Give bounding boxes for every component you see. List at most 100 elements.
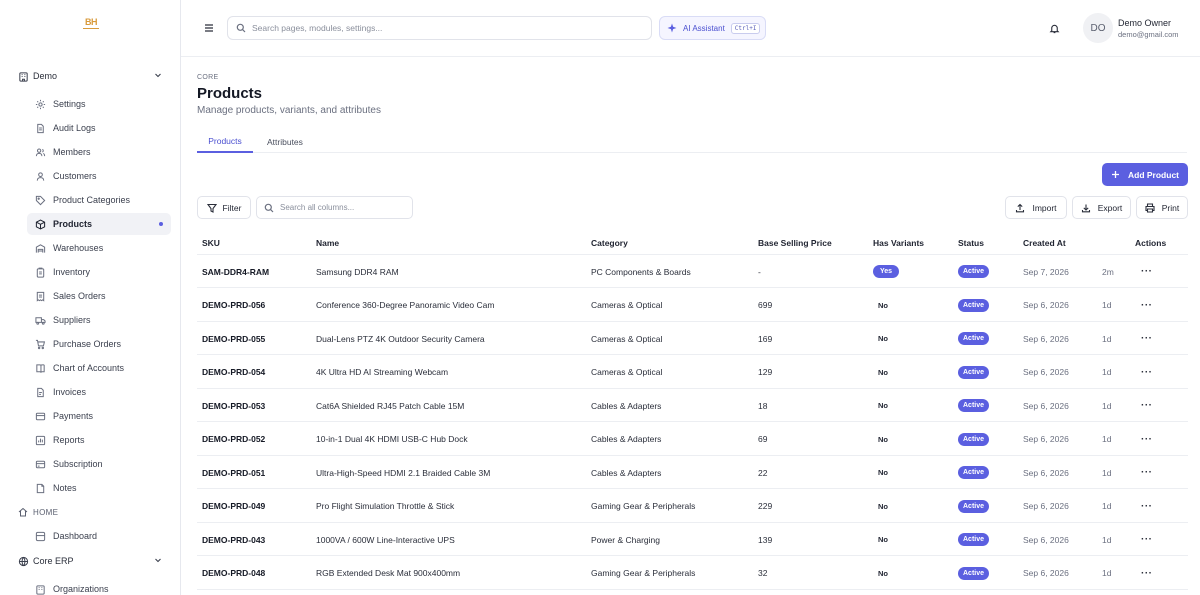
sidebar-group-demo[interactable]: Demo: [18, 68, 161, 84]
sidebar-item-invoices[interactable]: Invoices: [27, 381, 171, 403]
cell-category: PC Components & Boards: [591, 266, 691, 277]
export-button[interactable]: Export: [1072, 196, 1131, 219]
sidebar-item-customers[interactable]: Customers: [27, 165, 171, 187]
sidebar-item-label: Warehouses: [53, 243, 104, 253]
sidebar-item-sales-orders[interactable]: Sales Orders: [27, 285, 171, 307]
global-search-input[interactable]: Search pages, modules, settings...: [227, 16, 652, 40]
column-header-status[interactable]: Status: [958, 230, 984, 255]
sidebar-item-settings[interactable]: Settings: [27, 93, 171, 115]
cell-category: Cables & Adapters: [591, 434, 662, 444]
row-actions-button[interactable]: ···: [1141, 255, 1153, 288]
table-row[interactable]: DEMO-PRD-054 4K Ultra HD AI Streaming Web…: [197, 356, 1188, 389]
import-label: Import: [1032, 202, 1057, 213]
column-header-variants[interactable]: Has Variants: [873, 230, 924, 255]
sidebar-item-label: Sales Orders: [53, 291, 106, 301]
brand-logo[interactable]: BH: [80, 17, 102, 33]
row-actions-button[interactable]: ···: [1141, 289, 1153, 322]
cell-variants: No: [873, 289, 893, 322]
table-row[interactable]: SAM-DDR4-RAM Samsung DDR4 RAM PC Component…: [197, 255, 1188, 288]
menu-icon[interactable]: [203, 22, 215, 34]
sidebar-item-warehouses[interactable]: Warehouses: [27, 237, 171, 259]
sidebar-item-reports[interactable]: Reports: [27, 429, 171, 451]
cell-status: Active: [958, 423, 990, 456]
tab-products[interactable]: Products: [197, 130, 253, 153]
sidebar-item-organizations[interactable]: Organizations: [27, 578, 171, 595]
sidebar-item-payments[interactable]: Payments: [27, 405, 171, 427]
avatar[interactable]: DO: [1083, 13, 1113, 43]
sidebar-item-audit-logs[interactable]: Audit Logs: [27, 117, 171, 139]
row-actions-button[interactable]: ···: [1141, 523, 1153, 556]
print-button[interactable]: Print: [1136, 196, 1188, 219]
filter-button[interactable]: Filter: [197, 196, 251, 219]
more-icon: ···: [1141, 567, 1153, 579]
cell-status: Active: [958, 456, 990, 489]
sidebar-item-subscription[interactable]: Subscription: [27, 453, 171, 475]
table-row[interactable]: DEMO-PRD-053 Cat6A Shielded RJ45 Patch Ca…: [197, 389, 1188, 422]
sidebar-item-dashboard[interactable]: Dashboard: [27, 525, 171, 547]
brand-logo-underline: [83, 28, 99, 29]
column-header-name[interactable]: Name: [316, 230, 339, 255]
cell-variants: No: [873, 423, 893, 456]
table-row[interactable]: DEMO-PRD-055 Dual-Lens PTZ 4K Outdoor Sec…: [197, 322, 1188, 355]
table-row[interactable]: DEMO-PRD-048 RGB Extended Desk Mat 900x40…: [197, 557, 1188, 590]
cell-variants: No: [873, 523, 893, 556]
row-actions-button[interactable]: ···: [1141, 423, 1153, 456]
sidebar-item-purchase-orders[interactable]: Purchase Orders: [27, 333, 171, 355]
variants-badge: No: [878, 334, 888, 343]
table-row[interactable]: DEMO-PRD-051 Ultra-High-Speed HDMI 2.1 Br…: [197, 456, 1188, 489]
cell-name: Dual-Lens PTZ 4K Outdoor Security Camera: [316, 333, 485, 344]
global-search-placeholder: Search pages, modules, settings...: [252, 23, 383, 33]
cell-sku: DEMO-PRD-053: [202, 400, 266, 411]
variants-badge: No: [878, 300, 888, 310]
add-product-button[interactable]: Add Product: [1102, 163, 1188, 186]
tab-attributes[interactable]: Attributes: [267, 130, 303, 153]
print-label: Print: [1161, 202, 1180, 213]
cell-category: Cables & Adapters: [591, 467, 662, 478]
column-header-sku[interactable]: SKU: [202, 230, 220, 255]
cell-price: 169: [758, 333, 773, 344]
bell-icon[interactable]: [1049, 23, 1060, 34]
sidebar-item-label: Organizations: [53, 584, 109, 594]
row-actions-button[interactable]: ···: [1141, 356, 1153, 389]
home-icon: [18, 507, 28, 517]
sidebar-item-chart-of-accounts[interactable]: Chart of Accounts: [27, 357, 171, 379]
cell-price: 229: [758, 501, 773, 511]
table-row[interactable]: DEMO-PRD-043 1000VA / 600W Line-Interacti…: [197, 523, 1188, 556]
chevron-down-icon: [154, 556, 162, 564]
variants-badge: No: [878, 535, 888, 544]
cell-created: Sep 6, 2026: [1023, 467, 1069, 478]
row-actions-button[interactable]: ···: [1141, 322, 1153, 355]
status-badge: Active: [958, 399, 990, 412]
table-row[interactable]: DEMO-PRD-056 Conference 360-Degree Panora…: [197, 289, 1188, 322]
ai-assistant-button[interactable]: AI Assistant Ctrl+I: [659, 16, 766, 40]
sidebar-item-members[interactable]: Members: [27, 141, 171, 163]
row-actions-button[interactable]: ···: [1141, 557, 1153, 590]
status-badge: Active: [958, 499, 990, 513]
sidebar-item-product-categories[interactable]: Product Categories: [27, 189, 171, 211]
sidebar-item-products[interactable]: Products: [27, 213, 171, 235]
import-button[interactable]: Import: [1005, 196, 1067, 219]
sidebar-group-core-erp[interactable]: Core ERP: [18, 553, 161, 569]
table-row[interactable]: DEMO-PRD-049 Pro Flight Simulation Thrott…: [197, 490, 1188, 523]
cell-name: Conference 360-Degree Panoramic Video Ca…: [316, 300, 495, 310]
sidebar-item-suppliers[interactable]: Suppliers: [27, 309, 171, 331]
add-product-label: Add Product: [1128, 169, 1179, 180]
cell-created: Sep 6, 2026: [1023, 300, 1069, 310]
cell-price: 18: [758, 400, 768, 411]
column-header-category[interactable]: Category: [591, 230, 628, 255]
row-actions-button[interactable]: ···: [1141, 456, 1153, 489]
cell-variants: No: [873, 356, 893, 389]
table-row[interactable]: DEMO-PRD-052 10-in-1 Dual 4K HDMI USB-C H…: [197, 423, 1188, 456]
sidebar-item-notes[interactable]: Notes: [27, 477, 171, 499]
printer-icon: [1145, 202, 1155, 213]
column-header-price[interactable]: Base Selling Price: [758, 230, 832, 255]
cell-sku: DEMO-PRD-048: [202, 568, 266, 578]
column-header-created[interactable]: Created At: [1023, 230, 1066, 255]
sidebar-item-label: Products: [53, 219, 93, 229]
sidebar-item-inventory[interactable]: Inventory: [27, 261, 171, 283]
row-actions-button[interactable]: ···: [1141, 389, 1153, 422]
row-actions-button[interactable]: ···: [1141, 490, 1153, 523]
column-search-input[interactable]: Search all columns...: [256, 196, 413, 219]
sidebar-item-label: Chart of Accounts: [53, 363, 125, 373]
status-badge: Active: [958, 332, 990, 345]
